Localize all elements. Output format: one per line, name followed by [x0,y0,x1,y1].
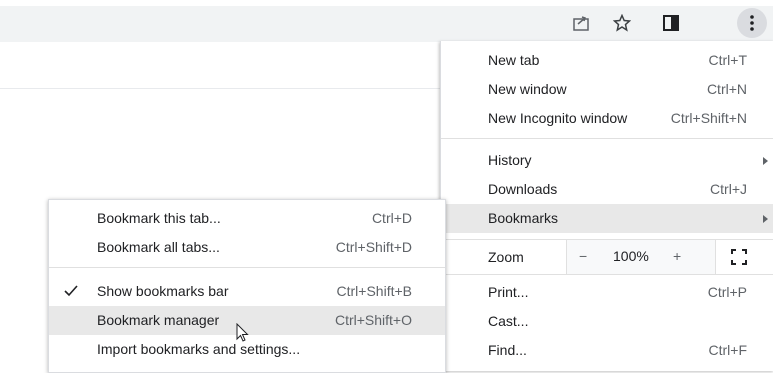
menu-item-new-incognito-window[interactable]: New Incognito window Ctrl+Shift+N [441,104,773,133]
page-divider [0,88,440,89]
menu-item-label: Downloads [488,181,558,197]
menu-item-label: History [488,152,532,168]
zoom-label: Zoom [488,249,524,265]
browser-toolbar [0,0,773,42]
submenu-item-label: Bookmark this tab... [97,210,221,226]
zoom-out-button[interactable]: − [579,248,587,264]
zoom-row: Zoom − 100% + [441,240,773,274]
menu-separator [441,274,773,275]
menu-item-history[interactable]: History [441,146,773,175]
menu-item-label: New Incognito window [488,110,628,126]
submenu-item-shortcut: Ctrl+Shift+O [334,312,412,328]
fullscreen-icon[interactable] [731,249,747,265]
menu-item-bookmarks[interactable]: Bookmarks [441,204,773,233]
menu-item-shortcut: Ctrl+J [710,181,747,197]
menu-item-label: New tab [488,52,540,68]
submenu-item-label: Import bookmarks and settings... [97,341,301,357]
submenu-item-label: Bookmark manager [97,312,220,328]
submenu-separator [49,267,445,268]
submenu-item-shortcut: Ctrl+D [371,210,412,226]
check-icon [64,285,78,297]
menu-item-shortcut: Ctrl+F [708,342,748,358]
submenu-item-shortcut: Ctrl+Shift+D [335,239,412,255]
submenu-arrow-icon [763,215,768,223]
menu-item-label: New window [488,81,567,97]
menu-item-find[interactable]: Find... Ctrl+F [441,336,773,365]
kebab-menu-icon[interactable] [737,8,767,38]
menu-item-shortcut: Ctrl+P [707,284,747,300]
menu-item-label: Print... [488,284,529,300]
menu-item-new-window[interactable]: New window Ctrl+N [441,75,773,104]
star-icon[interactable] [609,10,635,36]
submenu-item-label: Bookmark all tabs... [97,239,220,255]
chrome-main-menu: New tab Ctrl+T New window Ctrl+N New Inc… [440,41,773,371]
submenu-item-show-bookmarks-bar[interactable]: Show bookmarks bar Ctrl+Shift+B [49,277,445,306]
menu-item-shortcut: Ctrl+N [706,81,747,97]
menu-item-print[interactable]: Print... Ctrl+P [441,278,773,307]
menu-item-cast[interactable]: Cast... [441,307,773,336]
menu-separator [441,138,773,139]
mouse-cursor-icon [236,323,249,342]
share-icon[interactable] [568,10,594,36]
submenu-arrow-icon [763,157,768,165]
menu-item-new-tab[interactable]: New tab Ctrl+T [441,46,773,75]
bookmarks-submenu: Bookmark this tab... Ctrl+D Bookmark all… [48,199,446,373]
side-panel-icon[interactable] [658,10,684,36]
submenu-item-bookmark-all-tabs[interactable]: Bookmark all tabs... Ctrl+Shift+D [49,233,445,262]
toolbar-top-strip [0,0,773,6]
submenu-item-bookmark-this-tab[interactable]: Bookmark this tab... Ctrl+D [49,204,445,233]
menu-item-label: Bookmarks [488,210,559,226]
menu-item-downloads[interactable]: Downloads Ctrl+J [441,175,773,204]
menu-item-shortcut: Ctrl+Shift+N [670,110,747,126]
menu-item-shortcut: Ctrl+T [708,52,748,68]
submenu-item-shortcut: Ctrl+Shift+B [336,283,412,299]
zoom-level: 100% [613,248,649,264]
zoom-in-button[interactable]: + [673,248,681,264]
submenu-item-label: Show bookmarks bar [97,283,229,299]
menu-item-label: Find... [488,342,527,358]
menu-item-label: Cast... [488,313,529,329]
